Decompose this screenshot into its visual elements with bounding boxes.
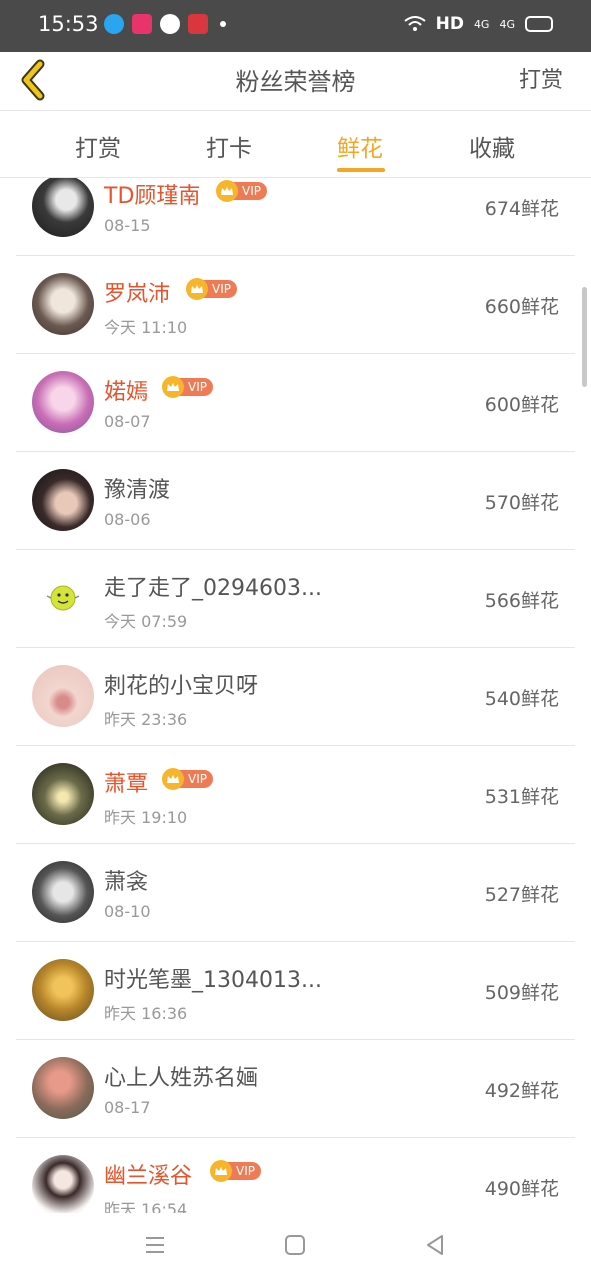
tab-favorites[interactable]: 收藏 (469, 129, 515, 163)
heart-app-icon (188, 14, 208, 34)
signal-4g-1: 4G (473, 17, 490, 31)
vip-badge: VIP (216, 180, 267, 202)
menu-icon[interactable] (143, 1233, 167, 1257)
flower-count: 492鲜花 (484, 1080, 559, 1102)
user-name: 婼嫣 (104, 380, 149, 405)
flower-count: 660鲜花 (484, 296, 559, 318)
flower-count: 674鲜花 (484, 198, 559, 220)
status-indicators: HD 4G 4G (403, 14, 553, 34)
user-name: 刺花的小宝贝呀 (104, 674, 259, 699)
list-item[interactable]: TD顾瑾南 VIP 08-15 674鲜花 (16, 178, 575, 256)
flower-count: 527鲜花 (484, 884, 559, 906)
flower-count: 566鲜花 (484, 590, 559, 612)
user-name: 心上人姓苏名婳 (104, 1066, 259, 1091)
reward-button[interactable]: 打赏 (519, 62, 563, 94)
flower-count: 509鲜花 (484, 982, 559, 1004)
wechat-icon (160, 14, 180, 34)
tab-checkin[interactable]: 打卡 (206, 129, 252, 163)
signal-4g-2: 4G (499, 17, 515, 31)
flower-count: 600鲜花 (484, 394, 559, 416)
user-name: 豫清渡 (104, 478, 171, 503)
avatar (32, 861, 94, 923)
active-tab-indicator (337, 168, 385, 172)
wifi-icon (403, 16, 426, 31)
flower-count: 490鲜花 (484, 1178, 559, 1200)
user-name: TD顾瑾南 (104, 184, 201, 209)
timestamp: 昨天 16:36 (104, 1004, 188, 1023)
scrollbar[interactable] (582, 287, 587, 387)
flower-count: 570鲜花 (484, 492, 559, 514)
timestamp: 08-07 (104, 412, 151, 431)
notification-icons (104, 14, 226, 34)
avatar (32, 469, 94, 531)
crown-icon (216, 180, 238, 202)
hd-indicator: HD (435, 14, 464, 34)
avatar (32, 567, 94, 629)
page-header: 粉丝荣誉榜 打赏 (0, 52, 591, 111)
list-item[interactable]: 心上人姓苏名婳 08-17 492鲜花 (16, 1040, 575, 1138)
timestamp: 08-17 (104, 1098, 151, 1117)
timestamp: 昨天 23:36 (104, 710, 188, 729)
more-notifications-icon (220, 21, 226, 27)
user-name: 时光笔墨_1304013... (104, 968, 322, 993)
avatar (32, 1057, 94, 1119)
list-item[interactable]: 刺花的小宝贝呀 昨天 23:36 540鲜花 (16, 648, 575, 746)
crown-icon (210, 1160, 232, 1182)
crown-icon (162, 768, 184, 790)
page-title: 粉丝荣誉榜 (235, 68, 356, 96)
avatar (32, 959, 94, 1021)
list-item[interactable]: 幽兰溪谷 VIP 昨天 16:54 490鲜花 (16, 1138, 575, 1213)
avatar (32, 273, 94, 335)
video-app-icon (132, 14, 152, 34)
timestamp: 昨天 16:54 (104, 1200, 188, 1213)
status-bar: 15:53 HD 4G 4G (0, 0, 591, 52)
tab-reward[interactable]: 打赏 (75, 129, 121, 163)
user-name: 走了走了_0294603... (104, 576, 322, 601)
vip-badge: VIP (162, 768, 213, 790)
user-name: 萧覃 (104, 772, 149, 797)
crown-icon (186, 278, 208, 300)
list-item[interactable]: 萧衾 08-10 527鲜花 (16, 844, 575, 942)
timestamp: 08-15 (104, 216, 151, 235)
status-time: 15:53 (38, 12, 99, 36)
tab-bar: 打赏 打卡 鲜花 收藏 (0, 111, 591, 178)
timestamp: 08-10 (104, 902, 151, 921)
user-name: 罗岚沛 (104, 282, 171, 307)
vip-badge: VIP (162, 376, 213, 398)
smiley-avatar-icon (46, 585, 80, 611)
crown-icon (162, 376, 184, 398)
avatar (32, 371, 94, 433)
flower-count: 540鲜花 (484, 688, 559, 710)
vip-badge: VIP (186, 278, 237, 300)
back-icon[interactable] (423, 1233, 447, 1257)
vip-badge: VIP (210, 1160, 261, 1182)
list-item[interactable]: 时光笔墨_1304013... 昨天 16:36 509鲜花 (16, 942, 575, 1040)
timestamp: 今天 11:10 (104, 318, 188, 337)
qq-icon (104, 14, 124, 34)
battery-icon (525, 16, 553, 32)
fan-ranking-list: TD顾瑾南 VIP 08-15 674鲜花 罗岚沛 VIP 今天 11:10 6… (16, 178, 575, 1213)
list-item[interactable]: 婼嫣 VIP 08-07 600鲜花 (16, 354, 575, 452)
avatar (32, 665, 94, 727)
list-item[interactable]: 罗岚沛 VIP 今天 11:10 660鲜花 (16, 256, 575, 354)
timestamp: 今天 07:59 (104, 612, 188, 631)
list-item[interactable]: 萧覃 VIP 昨天 19:10 531鲜花 (16, 746, 575, 844)
tab-flowers[interactable]: 鲜花 (337, 129, 383, 163)
user-name: 萧衾 (104, 870, 149, 895)
system-nav-bar (0, 1213, 591, 1280)
avatar (32, 763, 94, 825)
timestamp: 08-06 (104, 510, 151, 529)
timestamp: 昨天 19:10 (104, 808, 188, 827)
user-name: 幽兰溪谷 (104, 1164, 193, 1189)
flower-count: 531鲜花 (484, 786, 559, 808)
avatar (32, 1155, 94, 1213)
home-icon[interactable] (283, 1233, 307, 1257)
list-item[interactable]: 豫清渡 08-06 570鲜花 (16, 452, 575, 550)
avatar (32, 178, 94, 237)
list-item[interactable]: 走了走了_0294603... 今天 07:59 566鲜花 (16, 550, 575, 648)
